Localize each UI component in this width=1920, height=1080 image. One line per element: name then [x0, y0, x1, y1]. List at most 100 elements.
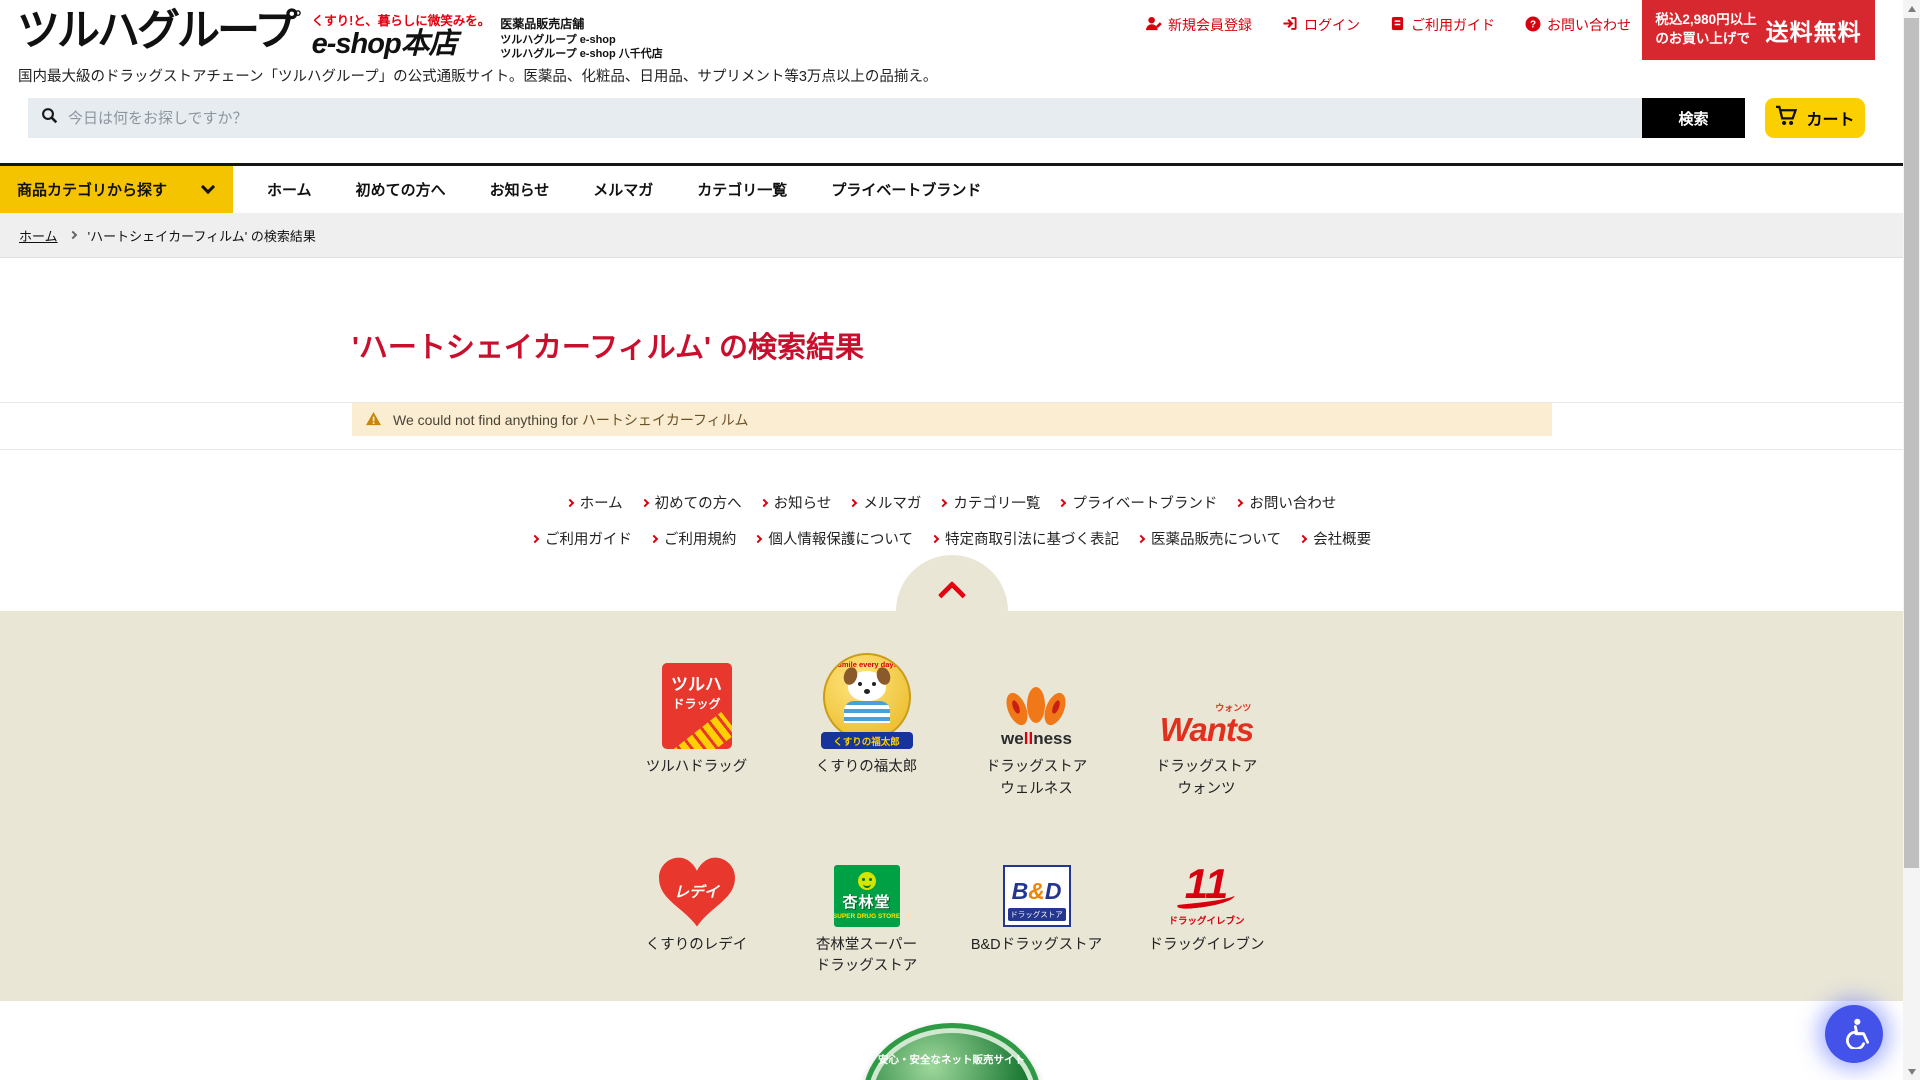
- nav-item-news[interactable]: お知らせ: [468, 179, 572, 200]
- page: ツルハグループ° くすり!と、暮らしに微笑みを。 e-shop本店 医薬品販売店…: [0, 0, 1903, 1080]
- badge-main-text: 適合店: [880, 1069, 1024, 1080]
- site-tagline: 国内最大級のドラッグストアチェーン「ツルハグループ」の公式通販サイト。医薬品、化…: [18, 65, 937, 86]
- footer-link-contact[interactable]: お問い合わせ: [1236, 492, 1336, 513]
- chevron-up-icon: [937, 581, 965, 609]
- accessibility-button[interactable]: [1825, 1005, 1883, 1063]
- footer-link-rows: ホーム 初めての方へ お知らせ メルマガ カテゴリ一覧 プライベートブランド お…: [0, 492, 1903, 549]
- footer-link-guide[interactable]: ご利用ガイド: [532, 528, 632, 549]
- footer-links-row2: ご利用ガイド ご利用規約 個人情報保護について 特定商取引法に基づく表記 医薬品…: [532, 528, 1371, 549]
- breadcrumb-current: 'ハートシェイカーフィルム' の検索結果: [88, 226, 316, 245]
- chevron-right-icon: [1058, 498, 1066, 506]
- scrollbar-thumb[interactable]: [1904, 18, 1919, 868]
- footer-link-privacy[interactable]: 個人情報保護について: [755, 528, 913, 549]
- login-link[interactable]: ログイン: [1282, 15, 1360, 35]
- cart-icon: [1775, 105, 1798, 131]
- logo-degree-mark: °: [294, 7, 301, 27]
- nav-item-home[interactable]: ホーム: [245, 179, 334, 200]
- shipping-condition: 税込2,980円以上 のお買い上げで: [1655, 11, 1756, 49]
- logo-catchphrase: くすり!と、暮らしに微笑みを。: [312, 10, 491, 29]
- wants-logo: ウォンツ Wants: [1160, 653, 1253, 749]
- logo-main-text: ツルハグループ°: [17, 8, 302, 53]
- footer-link-tokushoho[interactable]: 特定商取引法に基づく表記: [932, 528, 1119, 549]
- chevron-right-icon: [1235, 498, 1243, 506]
- footer-links-row1: ホーム 初めての方へ お知らせ メルマガ カテゴリ一覧 プライベートブランド お…: [567, 492, 1337, 513]
- chevron-right-icon: [1137, 534, 1145, 542]
- cart-button[interactable]: カート: [1765, 98, 1865, 138]
- store-tsuruha-drug[interactable]: ツルハ ドラッグ ツルハドラッグ: [612, 653, 782, 801]
- scroll-up-arrow[interactable]: [1903, 0, 1920, 17]
- book-icon: [1390, 16, 1405, 34]
- drug-eleven-logo: 11 ドラッグイレブン: [1168, 831, 1244, 927]
- store-bd-drug[interactable]: B&D ドラッグストア B&Dドラッグストア: [952, 831, 1122, 979]
- store-drug-eleven[interactable]: 11 ドラッグイレブン ドラッグイレブン: [1122, 831, 1292, 979]
- search-input[interactable]: [68, 110, 1642, 127]
- breadcrumb-separator-icon: [68, 231, 76, 239]
- footer-link-private-brand[interactable]: プライベートブランド: [1059, 492, 1217, 513]
- bd-logo: B&D ドラッグストア: [1003, 831, 1071, 927]
- nav-item-private-brand[interactable]: プライベートブランド: [809, 179, 1003, 200]
- guide-link[interactable]: ご利用ガイド: [1390, 15, 1495, 35]
- site-header: ツルハグループ° くすり!と、暮らしに微笑みを。 e-shop本店 医薬品販売店…: [0, 0, 1903, 98]
- footer-link-company[interactable]: 会社概要: [1300, 528, 1371, 549]
- breadcrumb: ホーム 'ハートシェイカーフィルム' の検索結果: [0, 213, 1903, 258]
- fukutaro-logo: Smile every day! くすりの福太郎: [821, 653, 913, 749]
- footer-link-pharma-sales[interactable]: 医薬品販売について: [1138, 528, 1281, 549]
- footer-link-mailmag[interactable]: メルマガ: [850, 492, 921, 513]
- chevron-right-icon: [531, 534, 539, 542]
- nav-item-category-list[interactable]: カテゴリ一覧: [675, 179, 809, 200]
- chevron-right-icon: [939, 498, 947, 506]
- footer-link-terms[interactable]: ご利用規約: [651, 528, 737, 549]
- search-bar: 検索 カート: [28, 98, 1865, 138]
- main-nav: 商品カテゴリから探す ホーム 初めての方へ お知らせ メルマガ カテゴリ一覧 プ…: [0, 163, 1903, 213]
- chevron-right-icon: [565, 498, 573, 506]
- logo-sub-block: くすり!と、暮らしに微笑みを。 e-shop本店: [312, 10, 491, 59]
- chevron-right-icon: [849, 498, 857, 506]
- scroll-down-arrow[interactable]: [1903, 1063, 1920, 1080]
- footer-link-first-time[interactable]: 初めての方へ: [642, 492, 742, 513]
- store-label: ドラッグストアウェルネス: [986, 757, 1088, 801]
- dog-mascot: [848, 671, 886, 701]
- register-link[interactable]: 新規会員登録: [1145, 15, 1252, 35]
- footer-link-home[interactable]: ホーム: [567, 492, 623, 513]
- search-button[interactable]: 検索: [1642, 98, 1745, 138]
- nav-item-mailmag[interactable]: メルマガ: [571, 179, 675, 200]
- no-results-warning: We could not find anything for ハートシェイカーフ…: [352, 403, 1552, 436]
- scrollbar[interactable]: [1903, 0, 1920, 1080]
- store-wants[interactable]: ウォンツ Wants ドラッグストアウォンツ: [1122, 653, 1292, 801]
- redei-logo: レデイ: [659, 831, 735, 927]
- footer: ツルハ ドラッグ ツルハドラッグ Smile every day!: [0, 611, 1903, 1001]
- sign-in-icon: [1282, 16, 1298, 34]
- free-shipping-banner: 税込2,980円以上 のお買い上げで 送料無料: [1642, 0, 1875, 60]
- wellness-logo: wellness: [1001, 653, 1072, 749]
- store-label: ツルハドラッグ: [646, 757, 748, 779]
- question-icon: ?: [1525, 16, 1541, 35]
- store-label: ドラッグイレブン: [1149, 935, 1265, 957]
- chevron-right-icon: [754, 534, 762, 542]
- nav-item-first-time[interactable]: 初めての方へ: [334, 179, 468, 200]
- warning-section: We could not find anything for ハートシェイカーフ…: [0, 402, 1903, 450]
- footer-link-category-list[interactable]: カテゴリ一覧: [940, 492, 1040, 513]
- wheelchair-icon: [1838, 1017, 1870, 1052]
- tsuruha-drug-logo: ツルハ ドラッグ: [662, 653, 732, 749]
- store-wellness[interactable]: wellness ドラッグストアウェルネス: [952, 653, 1122, 801]
- svg-text:?: ?: [1530, 19, 1536, 30]
- chevron-down-icon: [201, 180, 215, 194]
- store-redei[interactable]: レデイ くすりのレデイ: [612, 831, 782, 979]
- category-menu-button[interactable]: 商品カテゴリから探す: [0, 166, 233, 213]
- search-field-wrap: [28, 98, 1642, 138]
- site-logo[interactable]: ツルハグループ° くすり!と、暮らしに微笑みを。 e-shop本店 医薬品販売店…: [17, 8, 663, 61]
- warning-triangle-icon: [365, 411, 382, 429]
- store-kyorindo[interactable]: 杏林堂 SUPER DRUG STORE 杏林堂スーパードラッグストア: [782, 831, 952, 979]
- certified-shop-badge: 安心・安全なネット販売サイト 適合店: [863, 1023, 1041, 1080]
- chevron-right-icon: [931, 534, 939, 542]
- back-to-top-button[interactable]: [896, 555, 1008, 611]
- footer-link-news[interactable]: お知らせ: [761, 492, 832, 513]
- contact-link[interactable]: ? お問い合わせ: [1525, 15, 1631, 35]
- chevron-right-icon: [1299, 534, 1307, 542]
- store-fukutaro[interactable]: Smile every day! くすりの福太郎 くすりの福太郎: [782, 653, 952, 801]
- dog-shirt: [844, 701, 890, 723]
- wellness-swirl: [1003, 685, 1069, 729]
- chevron-right-icon: [650, 534, 658, 542]
- kyorindo-logo: 杏林堂 SUPER DRUG STORE: [834, 831, 900, 927]
- breadcrumb-home-link[interactable]: ホーム: [19, 226, 58, 245]
